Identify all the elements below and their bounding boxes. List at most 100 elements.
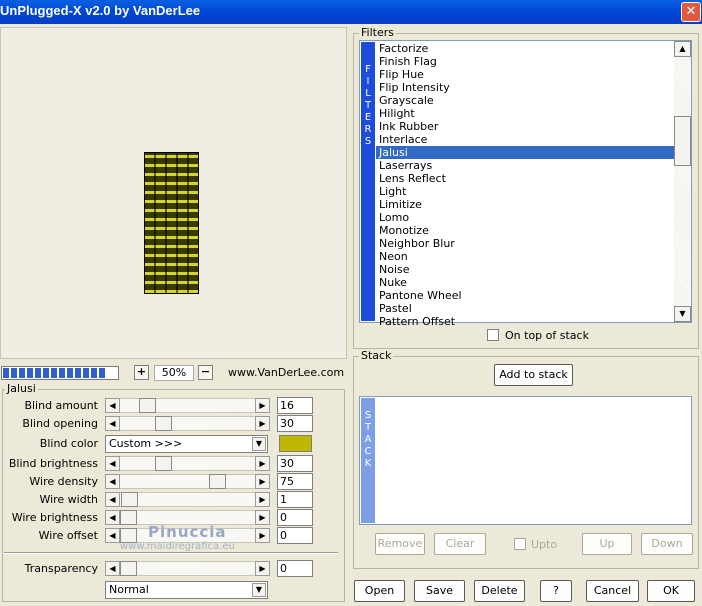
param-slider[interactable]: ◀ ▶	[105, 398, 270, 413]
filter-item[interactable]: Nuke	[376, 276, 674, 289]
filter-item[interactable]: Neighbor Blur	[376, 237, 674, 250]
arrow-right-icon[interactable]: ▶	[255, 561, 270, 576]
arrow-right-icon[interactable]: ▶	[255, 510, 270, 525]
arrow-left-icon[interactable]: ◀	[105, 528, 120, 543]
param-value[interactable]: 0	[277, 509, 313, 526]
filters-scrollbar[interactable]: ▲ ▼	[674, 41, 691, 322]
blend-mode-select[interactable]: Normal ▼	[105, 581, 268, 599]
filter-item[interactable]: Monotize	[376, 224, 674, 237]
slider-track[interactable]	[120, 416, 255, 431]
filter-item[interactable]: Grayscale	[376, 94, 674, 107]
delete-button[interactable]: Delete	[474, 580, 525, 602]
arrow-right-icon[interactable]: ▶	[255, 474, 270, 489]
arrow-right-icon[interactable]: ▶	[255, 416, 270, 431]
cancel-button[interactable]: Cancel	[586, 580, 639, 602]
arrow-left-icon[interactable]: ◀	[105, 474, 120, 489]
filter-item[interactable]: Lens Reflect	[376, 172, 674, 185]
param-value[interactable]: 1	[277, 491, 313, 508]
arrow-left-icon[interactable]: ◀	[105, 416, 120, 431]
param-value[interactable]: 0	[277, 527, 313, 544]
filter-item[interactable]: Pantone Wheel	[376, 289, 674, 302]
chevron-down-icon[interactable]: ▼	[252, 583, 266, 597]
filter-item[interactable]: Lomo	[376, 211, 674, 224]
filter-item[interactable]: Limitize	[376, 198, 674, 211]
filter-item[interactable]: Flip Intensity	[376, 81, 674, 94]
filter-item[interactable]: Jalusi	[376, 146, 674, 159]
ok-button[interactable]: OK	[647, 580, 695, 602]
save-button[interactable]: Save	[414, 580, 465, 602]
arrow-right-icon[interactable]: ▶	[255, 456, 270, 471]
filter-item[interactable]: Pattern Offset	[376, 315, 674, 328]
stack-list[interactable]	[359, 396, 692, 525]
transparency-value[interactable]: 0	[277, 560, 313, 577]
filter-item[interactable]: Factorize	[376, 42, 674, 55]
filter-item[interactable]: Flip Hue	[376, 68, 674, 81]
filter-items[interactable]: Factorize Finish Flag Flip Hue Flip Intensi…	[376, 42, 674, 328]
filter-item[interactable]: Light	[376, 185, 674, 198]
arrow-down-icon[interactable]: ▼	[674, 306, 691, 322]
param-value[interactable]: 30	[277, 415, 313, 432]
blind-color-swatch[interactable]	[279, 435, 312, 452]
slider-thumb[interactable]	[209, 474, 226, 489]
zoom-out-button[interactable]: −	[198, 365, 213, 380]
on-top-checkbox[interactable]	[487, 329, 499, 341]
param-label: Blind opening	[22, 417, 98, 430]
slider-track[interactable]	[120, 561, 255, 576]
blind-color-value: Custom >>>	[109, 437, 183, 450]
filter-item[interactable]: Interlace	[376, 133, 674, 146]
filter-item[interactable]: Neon	[376, 250, 674, 263]
filter-item[interactable]: Pastel	[376, 302, 674, 315]
param-label: Wire offset	[38, 529, 98, 542]
blind-color-select[interactable]: Custom >>> ▼	[105, 435, 268, 453]
watermark-url: www.maidiregrafica.eu	[120, 541, 235, 552]
arrow-left-icon[interactable]: ◀	[105, 398, 120, 413]
chevron-down-icon[interactable]: ▼	[252, 437, 266, 451]
slider-thumb[interactable]	[155, 456, 172, 471]
arrow-right-icon[interactable]: ▶	[255, 492, 270, 507]
param-value[interactable]: 16	[277, 397, 313, 414]
blend-mode-value: Normal	[109, 583, 149, 596]
slider-thumb[interactable]	[139, 398, 156, 413]
arrow-left-icon[interactable]: ◀	[105, 561, 120, 576]
close-button[interactable]: ✕	[681, 2, 701, 22]
arrow-left-icon[interactable]: ◀	[105, 492, 120, 507]
slider-thumb[interactable]	[155, 416, 172, 431]
param-value[interactable]: 30	[277, 455, 313, 472]
slider-thumb[interactable]	[120, 561, 137, 576]
add-to-stack-button[interactable]: Add to stack	[494, 364, 573, 386]
transparency-slider[interactable]: ◀ ▶	[105, 561, 270, 576]
clear-button[interactable]: Clear	[434, 533, 486, 555]
filter-item[interactable]: Noise	[376, 263, 674, 276]
help-button[interactable]: ?	[540, 580, 572, 602]
down-button[interactable]: Down	[641, 533, 693, 555]
param-value[interactable]: 75	[277, 473, 313, 490]
arrow-up-icon[interactable]: ▲	[674, 41, 691, 57]
param-label: Wire width	[39, 493, 98, 506]
remove-button[interactable]: Remove	[375, 533, 425, 555]
slider-track[interactable]	[120, 398, 255, 413]
slider-thumb[interactable]	[121, 492, 138, 507]
preview-panel[interactable]	[0, 27, 347, 359]
arrow-left-icon[interactable]: ◀	[105, 510, 120, 525]
arrow-right-icon[interactable]: ▶	[255, 398, 270, 413]
filter-item[interactable]: Finish Flag	[376, 55, 674, 68]
filter-item[interactable]: Hilight	[376, 107, 674, 120]
slider-track[interactable]	[120, 456, 255, 471]
param-slider[interactable]: ◀ ▶	[105, 492, 270, 507]
arrow-left-icon[interactable]: ◀	[105, 456, 120, 471]
filter-item[interactable]: Ink Rubber	[376, 120, 674, 133]
param-slider[interactable]: ◀ ▶	[105, 474, 270, 489]
filter-item[interactable]: Laserrays	[376, 159, 674, 172]
scrollbar-thumb[interactable]	[674, 116, 691, 166]
param-slider[interactable]: ◀ ▶	[105, 416, 270, 431]
param-slider[interactable]: ◀ ▶	[105, 456, 270, 471]
slider-track[interactable]	[120, 474, 255, 489]
progress-segment	[43, 368, 49, 378]
up-button[interactable]: Up	[582, 533, 632, 555]
open-button[interactable]: Open	[354, 580, 405, 602]
website-link[interactable]: www.VanDerLee.com	[228, 366, 344, 379]
zoom-in-button[interactable]: +	[134, 365, 149, 380]
upto-checkbox[interactable]	[514, 538, 526, 550]
arrow-right-icon[interactable]: ▶	[255, 528, 270, 543]
slider-track[interactable]	[120, 492, 255, 507]
